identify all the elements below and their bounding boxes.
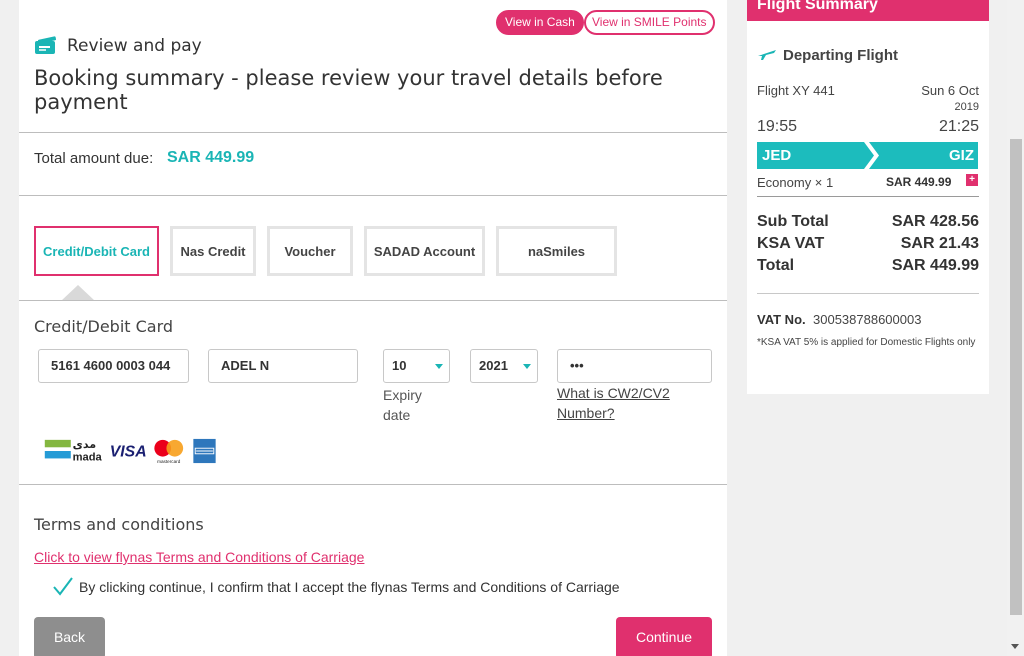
fare-class: Economy × 1 (757, 175, 834, 190)
card-number-field[interactable]: 5161 4600 0003 044 (38, 349, 189, 383)
fare-price: SAR 449.99 (886, 175, 952, 189)
divider (19, 132, 727, 133)
card-section-heading: Credit/Debit Card (34, 317, 174, 336)
destination-airport: GIZ (949, 147, 974, 164)
divider (19, 195, 727, 196)
expiry-year-select[interactable]: 2021 (470, 349, 538, 383)
flight-number: Flight XY 441 (757, 83, 835, 98)
mada-logo: مدى mada (44, 438, 103, 463)
what-is-cvv-link[interactable]: What is CW2/CV2 Number? (557, 383, 697, 423)
flight-summary-title: Flight Summary (747, 0, 989, 21)
departing-flight-heading: Departing Flight (783, 47, 898, 64)
grand-total-value: SAR 449.99 (891, 257, 979, 274)
terms-heading: Terms and conditions (34, 515, 204, 534)
total-amount-label: Total amount due: (34, 150, 154, 167)
terms-consent-text: By clicking continue, I confirm that I a… (79, 579, 620, 595)
card-brand-logos: مدى mada VISA mastercard (44, 438, 216, 464)
amex-logo (193, 438, 216, 464)
divider (757, 293, 979, 294)
expiry-month-value: 10 (392, 358, 407, 373)
terms-of-carriage-link[interactable]: Click to view flynas Terms and Condition… (34, 549, 364, 565)
total-amount-value: SAR 449.99 (167, 149, 255, 166)
expiry-date-label: Expiry date (383, 387, 422, 423)
scrollbar-thumb[interactable] (1010, 139, 1022, 615)
check-icon[interactable] (52, 575, 74, 597)
tab-nas-credit[interactable]: Nas Credit (170, 226, 256, 276)
vat-value: SAR 21.43 (900, 235, 979, 252)
cvv-field[interactable]: ••• (557, 349, 712, 383)
flight-date: Sun 6 Oct (921, 83, 979, 98)
chevron-down-icon (523, 364, 531, 369)
active-tab-pointer (61, 285, 95, 301)
origin-airport: JED (762, 147, 792, 164)
ticket-icon (35, 36, 57, 54)
page-title: Booking summary - please review your tra… (34, 66, 663, 114)
subtotal-label: Sub Total (757, 213, 829, 230)
expand-fare-button[interactable]: + (966, 174, 978, 186)
subtotal-value: SAR 428.56 (891, 213, 979, 230)
vat-note: *KSA VAT 5% is applied for Domestic Flig… (757, 337, 976, 348)
tab-credit-debit-card[interactable]: Credit/Debit Card (34, 226, 159, 276)
expiry-month-select[interactable]: 10 (383, 349, 450, 383)
continue-button[interactable]: Continue (616, 617, 712, 656)
vat-label: KSA VAT (757, 235, 825, 252)
divider (19, 300, 727, 301)
visa-logo: VISA (110, 444, 147, 461)
tab-nasmiles[interactable]: naSmiles (496, 226, 617, 276)
vat-number-label: VAT No. (757, 312, 806, 327)
svg-text:mastercard: mastercard (157, 459, 181, 464)
tab-sadad-account[interactable]: SADAD Account (364, 226, 485, 276)
grand-total-label: Total (757, 257, 795, 274)
svg-text:mada: mada (73, 451, 103, 463)
divider (19, 484, 727, 485)
view-in-smile-points-toggle[interactable]: View in SMILE Points (584, 10, 715, 35)
chevron-down-icon (435, 364, 443, 369)
arrival-time: 21:25 (938, 118, 979, 135)
tab-voucher[interactable]: Voucher (267, 226, 353, 276)
plane-icon (758, 50, 776, 60)
flight-summary-panel: Flight Summary Departing Flight Flight X… (747, 0, 989, 394)
vat-number-value: 300538788600003 (813, 312, 922, 327)
expiry-year-value: 2021 (479, 358, 508, 373)
cardholder-name-field[interactable]: ADEL N (208, 349, 358, 383)
departure-time: 19:55 (757, 118, 798, 135)
view-in-cash-toggle[interactable]: View in Cash (496, 10, 584, 35)
review-and-pay-label: Review and pay (67, 36, 202, 56)
booking-panel: View in Cash View in SMILE Points Review… (19, 0, 727, 656)
mastercard-logo: mastercard (154, 439, 184, 464)
scroll-down-arrow-icon[interactable] (1011, 644, 1019, 649)
svg-text:مدى: مدى (73, 438, 97, 451)
flight-year: 2019 (954, 101, 979, 113)
back-button[interactable]: Back (34, 617, 105, 656)
divider (757, 196, 979, 197)
